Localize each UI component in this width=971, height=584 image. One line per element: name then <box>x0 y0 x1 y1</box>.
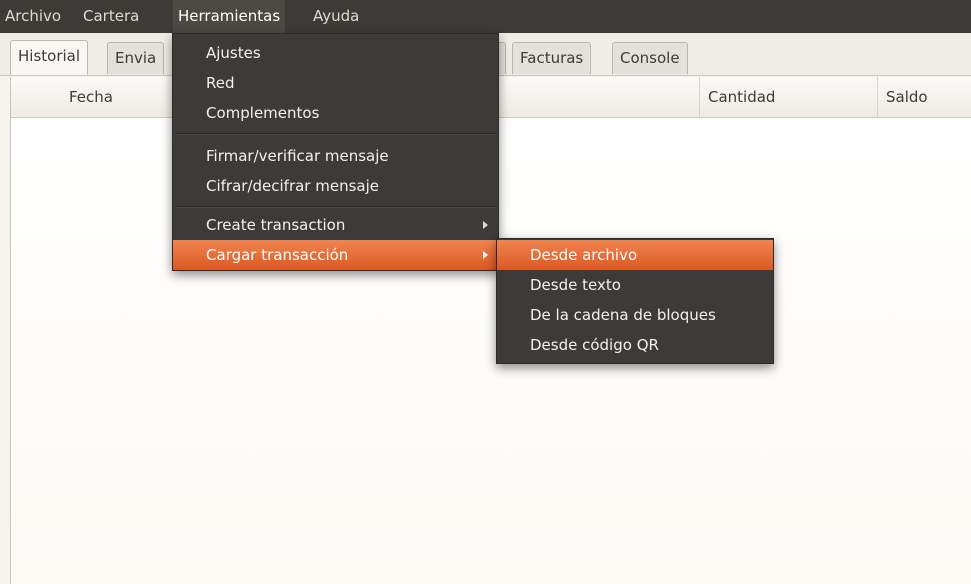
menu-item-red[interactable]: Red <box>173 68 498 98</box>
submenu-item-desde-qr[interactable]: Desde código QR <box>497 330 773 360</box>
header-cantidad[interactable]: Cantidad <box>699 77 877 117</box>
menu-item-create-transaction[interactable]: Create transaction <box>173 210 498 240</box>
header-saldo[interactable]: Saldo <box>877 77 971 117</box>
tab-facturas[interactable]: Facturas <box>512 42 592 74</box>
menu-item-firmar[interactable]: Firmar/verificar mensaje <box>173 141 498 171</box>
menu-archivo[interactable]: Archivo <box>0 0 66 33</box>
header-status-column[interactable] <box>11 77 61 117</box>
submenu-item-desde-cadena[interactable]: De la cadena de bloques <box>497 300 773 330</box>
menu-item-cifrar[interactable]: Cifrar/decifrar mensaje <box>173 171 498 201</box>
menu-cartera[interactable]: Cartera <box>78 0 144 33</box>
tab-historial[interactable]: Historial <box>10 40 89 75</box>
submenu-arrow-icon <box>483 251 488 259</box>
tools-menu: Ajustes Red Complementos Firmar/verifica… <box>172 33 499 271</box>
menu-item-label: Cargar transacción <box>206 246 349 264</box>
submenu-arrow-icon <box>483 221 488 229</box>
menu-item-cargar-transaccion[interactable]: Cargar transacción <box>173 240 498 270</box>
menu-separator <box>175 133 496 135</box>
submenu-item-desde-texto[interactable]: Desde texto <box>497 270 773 300</box>
menu-herramientas[interactable]: Herramientas <box>173 0 286 33</box>
menu-item-ajustes[interactable]: Ajustes <box>173 38 498 68</box>
tab-console[interactable]: Console <box>612 42 688 74</box>
menu-item-complementos[interactable]: Complementos <box>173 98 498 128</box>
submenu-item-desde-archivo[interactable]: Desde archivo <box>497 240 773 270</box>
tab-enviar[interactable]: Envia <box>107 42 165 74</box>
menu-item-label: Create transaction <box>206 216 346 234</box>
menu-bar: Archivo Cartera Herramientas Ayuda <box>0 0 971 33</box>
load-transaction-submenu: Desde archivo Desde texto De la cadena d… <box>496 238 774 364</box>
menu-separator <box>175 206 496 208</box>
menu-ayuda[interactable]: Ayuda <box>308 0 364 33</box>
